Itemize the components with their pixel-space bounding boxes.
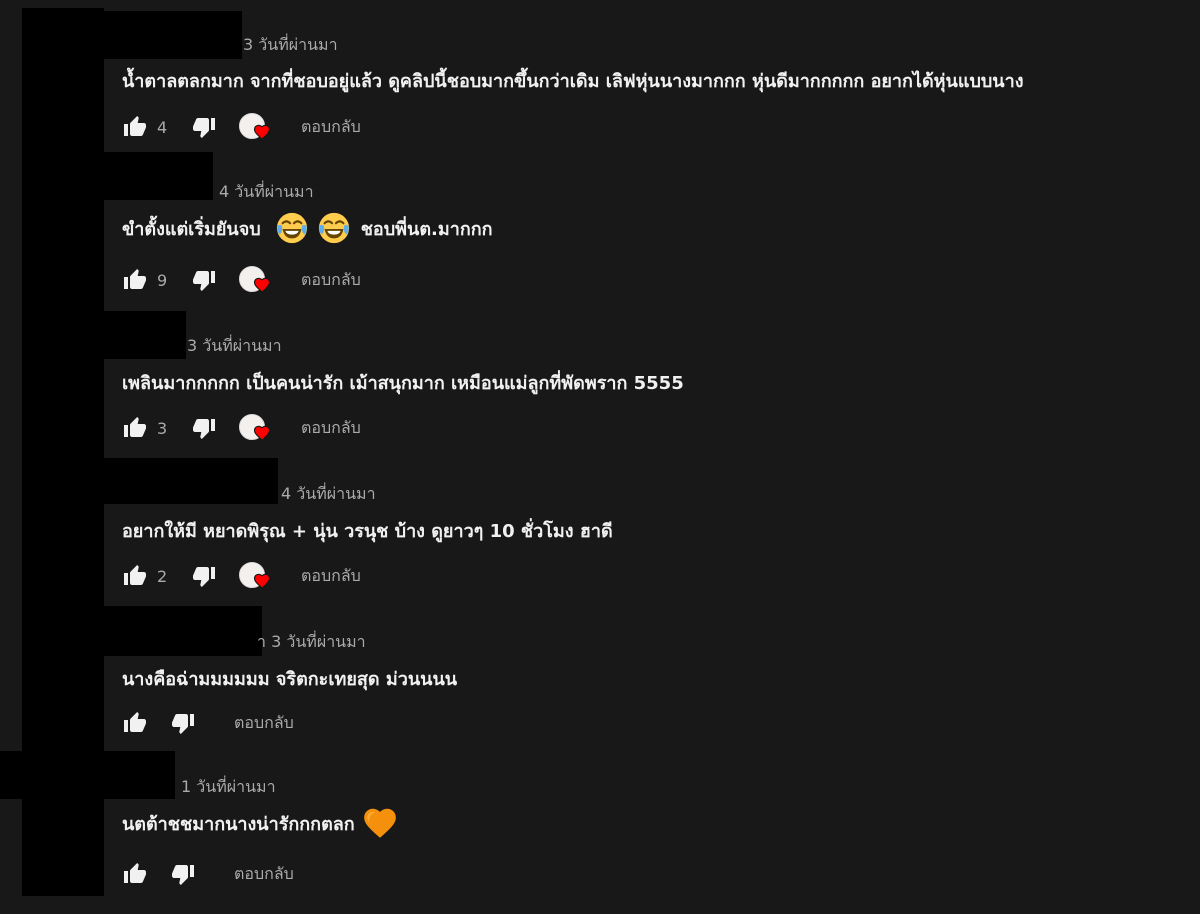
orange-heart-emoji-icon (361, 804, 399, 842)
like-button[interactable] (122, 563, 148, 589)
comment-actions: ตอบกลับ (122, 709, 294, 737)
reply-button[interactable]: ตอบกลับ (301, 564, 361, 589)
thumb-down-icon (171, 711, 195, 735)
comment-text-after-emoji: ชอบพี่นต.มากกก (360, 218, 493, 240)
laughing-tears-emoji-icon (317, 211, 351, 245)
redacted-username (104, 11, 242, 59)
comment-timestamp[interactable]: 1 วันที่ผ่านมา (181, 775, 276, 800)
like-button[interactable] (122, 267, 148, 293)
like-count: 3 (157, 418, 168, 438)
thumb-up-icon (123, 711, 147, 735)
laughing-tears-emoji-icon (275, 211, 309, 245)
comment-text-row: ขำตั้งแต่เริ่มยันจบ ชอบพี่นต.มากกก (122, 210, 493, 246)
comment-timestamp-row: า 3 วันที่ผ่านมา (257, 630, 366, 655)
redacted-username (104, 458, 278, 504)
creator-heart-badge (239, 562, 273, 590)
redacted-username (0, 751, 175, 799)
reply-button[interactable]: ตอบกลับ (234, 862, 294, 887)
comment-timestamp[interactable]: 3 วันที่ผ่านมา (243, 33, 338, 58)
reply-button[interactable]: ตอบกลับ (301, 115, 361, 140)
dislike-button[interactable] (170, 861, 196, 887)
like-button[interactable] (122, 710, 148, 736)
thumb-down-icon (171, 862, 195, 886)
comment-actions: 3 ตอบกลับ (122, 414, 361, 442)
heart-icon (253, 123, 271, 141)
comment-timestamp[interactable]: 4 วันที่ผ่านมา (219, 180, 314, 205)
dislike-button[interactable] (191, 267, 217, 293)
redacted-username (104, 152, 213, 200)
comment-timestamp[interactable]: 4 วันที่ผ่านมา (281, 482, 376, 507)
like-count: 2 (157, 566, 168, 586)
like-button[interactable] (122, 861, 148, 887)
thumb-down-icon (192, 115, 216, 139)
comment-actions: 4 ตอบกลับ (122, 113, 361, 141)
dislike-button[interactable] (191, 415, 217, 441)
thumb-up-icon (123, 564, 147, 588)
like-count: 4 (157, 117, 168, 137)
thumb-up-icon (123, 115, 147, 139)
comment-actions: 9 ตอบกลับ (122, 266, 361, 294)
comment-text: น้ำตาลตลกมาก จากที่ชอบอยู่แล้ว ดูคลิปนี้… (122, 71, 1024, 92)
redacted-username (104, 311, 186, 359)
like-button[interactable] (122, 415, 148, 441)
comment-actions: 2 ตอบกลับ (122, 562, 361, 590)
creator-heart-badge (239, 113, 273, 141)
comment-text: ขำตั้งแต่เริ่มยันจบ (122, 218, 261, 240)
reply-button[interactable]: ตอบกลับ (301, 268, 361, 293)
heart-icon (253, 572, 271, 590)
like-count: 9 (157, 270, 168, 290)
heart-icon (253, 276, 271, 294)
comment-timestamp[interactable]: 3 วันที่ผ่านมา (271, 632, 366, 651)
comment-text: นางคือฉ่ามมมมมม จริตกะเทยสุด ม่วนนนน (122, 669, 458, 690)
dislike-button[interactable] (191, 114, 217, 140)
reply-button[interactable]: ตอบกลับ (234, 711, 294, 736)
thumb-down-icon (192, 268, 216, 292)
comment-text-row: นตต้าชชมากนางน่ารักกกตลก (122, 804, 399, 842)
username-fragment: า (257, 632, 266, 651)
comment-text: นตต้าชชมากนางน่ารักกกตลก (122, 813, 355, 835)
comment-text: อยากให้มี หยาดพิรุณ + นุ่น วรนุช บ้าง ดู… (122, 521, 613, 542)
heart-icon (253, 424, 271, 442)
dislike-button[interactable] (191, 563, 217, 589)
creator-heart-badge (239, 414, 273, 442)
thumb-down-icon (192, 416, 216, 440)
reply-button[interactable]: ตอบกลับ (301, 416, 361, 441)
dislike-button[interactable] (170, 710, 196, 736)
comment-actions: ตอบกลับ (122, 860, 294, 888)
comment-text: เพลินมากกกกก เป็นคนน่ารัก เม้าสนุกมาก เห… (122, 373, 684, 394)
like-button[interactable] (122, 114, 148, 140)
thumb-up-icon (123, 268, 147, 292)
thumb-down-icon (192, 564, 216, 588)
thumb-up-icon (123, 416, 147, 440)
comment-timestamp[interactable]: 3 วันที่ผ่านมา (187, 334, 282, 359)
creator-heart-badge (239, 266, 273, 294)
thumb-up-icon (123, 862, 147, 886)
redacted-username (104, 606, 262, 656)
